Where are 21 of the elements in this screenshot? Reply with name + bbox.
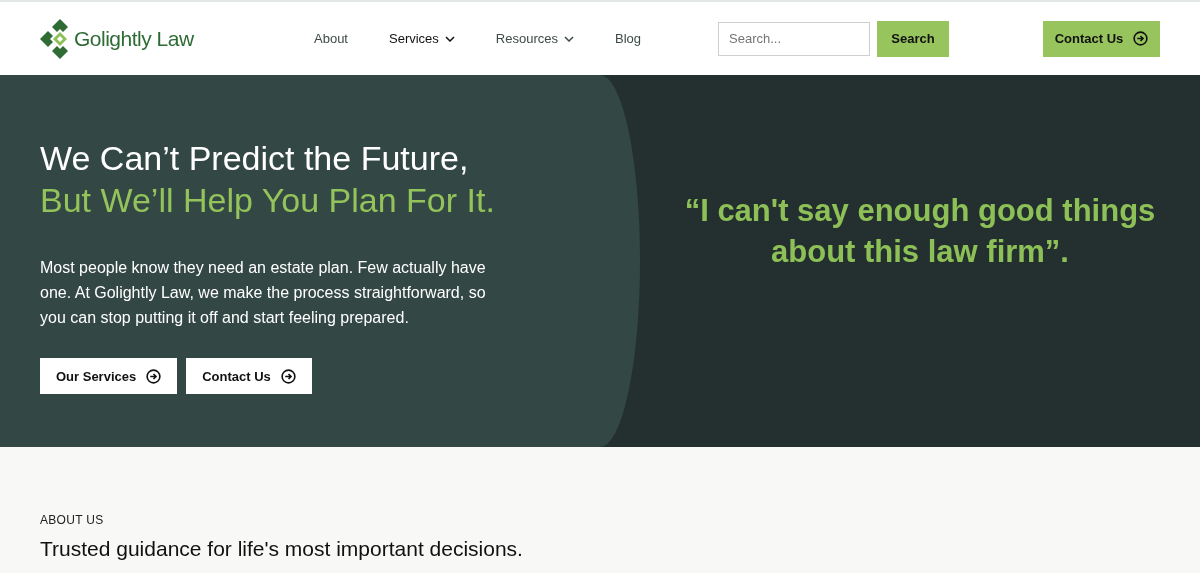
contact-button[interactable]: Contact Us [1043, 20, 1160, 57]
nav-link[interactable]: About [314, 31, 348, 46]
search-button[interactable]: Search [877, 20, 949, 57]
nav-link[interactable]: Blog [615, 31, 641, 46]
testimonial-quote: “I can't say enough good things about this law firm”. [683, 192, 1157, 271]
nav-link[interactable]: Resources [495, 31, 574, 46]
hero-description: Most people know they need an estate plan. Few actually have one. At Golightly Law, we make the process straightforward, so you can stop putting it off and start feeling prepared. [40, 258, 487, 328]
search-field[interactable]: Search... [718, 21, 870, 56]
hero-button[interactable]: Contact Us [186, 358, 312, 394]
section-label: ABOUT US [40, 513, 105, 527]
hero-button[interactable]: Our Services [40, 358, 178, 394]
nav-link[interactable]: Services [389, 31, 455, 46]
arrow-circle-icon [280, 368, 296, 384]
section-heading: Trusted guidance for life's most important decisions. [40, 537, 524, 561]
hero-subheading: But We’ll Help You Plan For It. [40, 180, 496, 221]
logo-text[interactable]: Golightly Law [74, 26, 194, 51]
arrow-circle-icon [1133, 31, 1149, 46]
hero-heading: We Can’t Predict the Future, [40, 138, 470, 179]
chevron-down-icon [564, 35, 574, 42]
arrow-circle-icon [146, 368, 162, 384]
chevron-down-icon [444, 35, 455, 42]
